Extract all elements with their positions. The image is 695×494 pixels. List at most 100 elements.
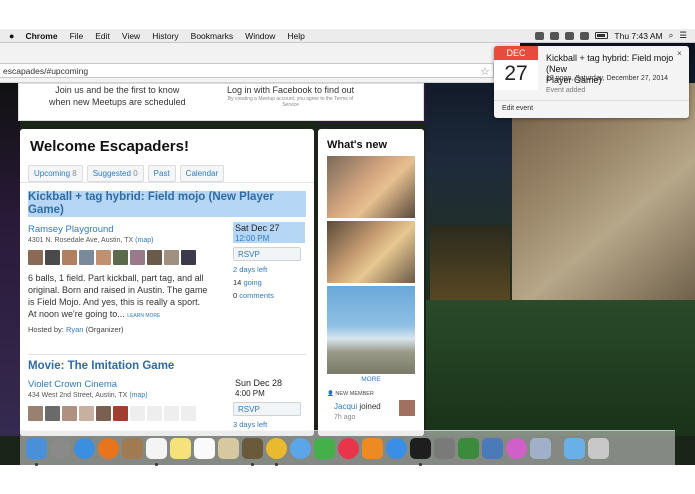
event-title-link[interactable]: Kickball + tag hybrid: Field mojo (New P… <box>28 191 306 217</box>
itunes-icon[interactable] <box>338 437 359 459</box>
facetime-icon[interactable] <box>314 437 335 459</box>
chrome-icon[interactable] <box>266 437 287 466</box>
menu-bookmarks[interactable]: Bookmarks <box>185 31 240 41</box>
apple-menu-icon[interactable]: ● <box>0 31 19 41</box>
xcode-icon[interactable] <box>482 437 503 459</box>
avatar[interactable] <box>130 250 145 265</box>
venue-link[interactable]: Violet Crown Cinema <box>28 379 117 390</box>
battery-icon[interactable] <box>595 32 609 39</box>
avatar[interactable] <box>96 406 111 421</box>
edit-event-button[interactable]: Edit event <box>502 105 533 112</box>
app-store-icon[interactable] <box>386 437 407 459</box>
launchpad-icon[interactable] <box>50 437 71 459</box>
avatar[interactable] <box>62 406 77 421</box>
member-link[interactable]: Jacqui <box>334 402 357 411</box>
messages-icon[interactable] <box>290 437 311 459</box>
sublime-text-icon[interactable] <box>242 437 263 466</box>
avatar[interactable] <box>164 406 179 421</box>
avatar[interactable] <box>181 250 196 265</box>
photos-icon[interactable] <box>506 437 527 459</box>
learn-more-link[interactable]: LEARN MORE <box>127 313 160 319</box>
avatar[interactable] <box>45 406 60 421</box>
notification-status-icon[interactable] <box>535 31 545 40</box>
menu-help[interactable]: Help <box>281 31 310 41</box>
event-card: Movie: The Imitation Game Violet Crown C… <box>28 360 306 436</box>
wifi-icon[interactable] <box>580 31 590 40</box>
cloud-icon[interactable] <box>550 31 560 40</box>
avatar[interactable] <box>113 250 128 265</box>
tab-upcoming[interactable]: Upcoming 8 <box>28 165 83 182</box>
tab-count: 0 <box>133 169 138 178</box>
map-link[interactable]: (map) <box>135 237 153 244</box>
menu-window[interactable]: Window <box>239 31 281 41</box>
tab-suggested[interactable]: Suggested 0 <box>86 165 144 182</box>
menu-file[interactable]: File <box>64 31 90 41</box>
event-title-link[interactable]: Movie: The Imitation Game <box>28 360 306 373</box>
menu-edit[interactable]: Edit <box>89 31 116 41</box>
menu-history[interactable]: History <box>146 31 184 41</box>
facebook-login[interactable]: Log in with Facebook to find out By crea… <box>227 84 354 108</box>
host-link[interactable]: Ryan <box>66 325 84 334</box>
photo-booth-icon[interactable] <box>530 437 551 459</box>
address-bar[interactable]: escapades/#upcoming <box>0 63 494 78</box>
calendar-notification[interactable]: DEC 27 Kickball + tag hybrid: Field mojo… <box>494 46 689 118</box>
avatar[interactable] <box>79 250 94 265</box>
more-link[interactable]: MORE <box>318 376 424 383</box>
notes-icon[interactable] <box>170 437 191 459</box>
tab-calendar[interactable]: Calendar <box>179 165 225 182</box>
avatar[interactable] <box>130 406 145 421</box>
terminal-icon[interactable] <box>410 437 431 466</box>
firefox-icon[interactable] <box>98 437 119 459</box>
venue-link[interactable]: Ramsey Playground <box>28 224 114 235</box>
safari-icon[interactable] <box>74 437 95 459</box>
facebook-login-link[interactable]: Log in with Facebook to find out <box>227 84 354 96</box>
new-member-label: 👤 NEW MEMBER <box>327 391 374 397</box>
menu-clock[interactable]: Thu 7:43 AM <box>614 31 662 41</box>
preview-icon[interactable] <box>218 437 239 459</box>
going-link[interactable]: going <box>243 278 261 287</box>
avatar[interactable] <box>96 250 111 265</box>
tab-past[interactable]: Past <box>147 165 176 182</box>
description-end: At noon we're going to... <box>28 309 125 319</box>
menu-view[interactable]: View <box>116 31 146 41</box>
avatar[interactable] <box>147 406 162 421</box>
volume-icon[interactable] <box>565 31 575 40</box>
calendar-app-icon[interactable] <box>146 437 167 466</box>
reminders-icon[interactable] <box>194 437 215 459</box>
event-time: 4:00 PM <box>235 389 265 398</box>
comments-link[interactable]: comments <box>239 291 274 300</box>
avatar[interactable] <box>28 406 43 421</box>
rsvp-button[interactable]: RSVP <box>233 402 301 416</box>
map-link[interactable]: (map) <box>129 392 147 399</box>
avatar[interactable] <box>113 406 128 421</box>
avatar[interactable] <box>181 406 196 421</box>
avatar[interactable] <box>399 400 415 416</box>
spotlight-icon[interactable]: ⌕ <box>669 30 674 41</box>
avatar[interactable] <box>164 250 179 265</box>
avatar[interactable] <box>79 406 94 421</box>
system-preferences-icon[interactable] <box>434 437 455 459</box>
avatar[interactable] <box>147 250 162 265</box>
attendee-avatars <box>28 406 196 421</box>
evernote-icon[interactable] <box>458 437 479 459</box>
new-photo[interactable] <box>327 221 415 283</box>
comments-count[interactable]: 0 comments <box>233 291 305 300</box>
avatar[interactable] <box>45 250 60 265</box>
ibooks-icon[interactable] <box>362 437 383 459</box>
divider <box>28 354 306 355</box>
close-icon[interactable]: × <box>677 49 682 58</box>
finder-icon[interactable] <box>26 437 47 466</box>
bookmark-star-icon[interactable]: ☆ <box>480 65 490 78</box>
new-photo[interactable] <box>327 156 415 218</box>
going-count[interactable]: 14 going <box>233 278 305 287</box>
comments-number: 0 <box>233 291 238 300</box>
contacts-icon[interactable] <box>122 437 143 459</box>
rsvp-button[interactable]: RSVP <box>233 247 301 261</box>
new-photo[interactable] <box>327 286 415 374</box>
notification-center-icon[interactable]: ☰ <box>679 30 687 41</box>
menu-chrome[interactable]: Chrome <box>19 31 63 41</box>
trash-icon[interactable] <box>588 437 609 459</box>
folder-icon[interactable] <box>564 437 585 459</box>
avatar[interactable] <box>28 250 43 265</box>
avatar[interactable] <box>62 250 77 265</box>
